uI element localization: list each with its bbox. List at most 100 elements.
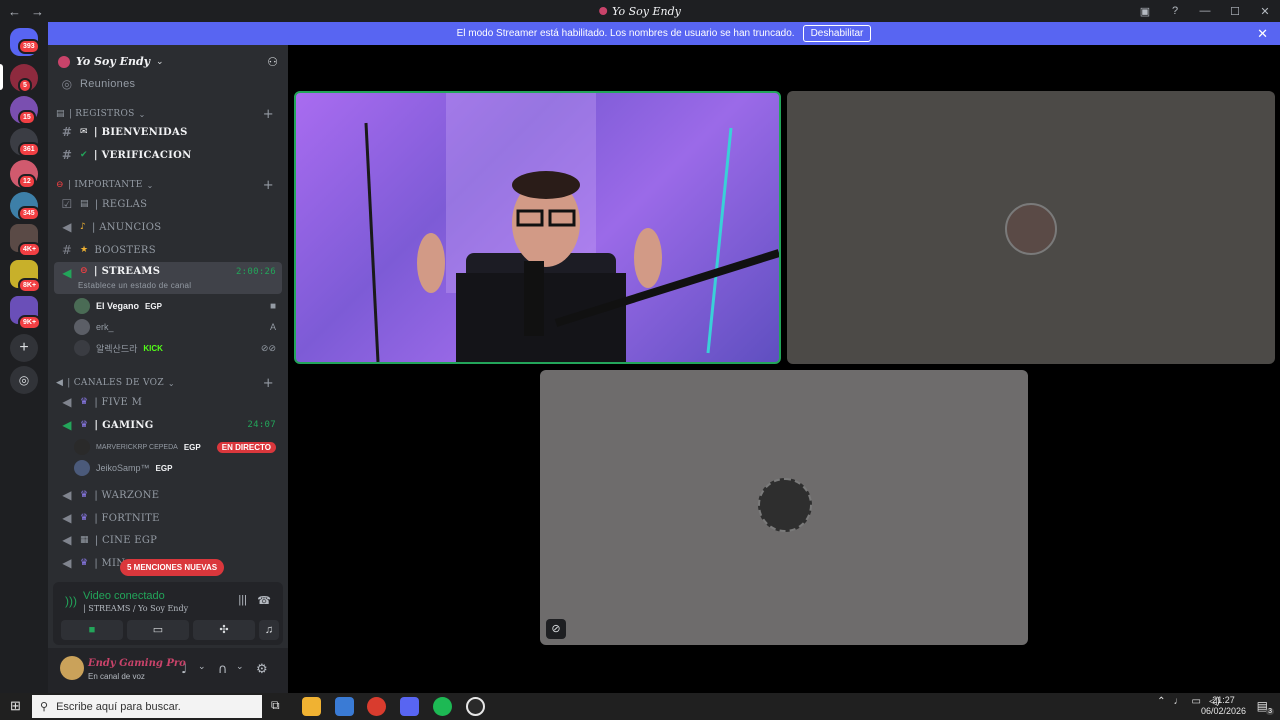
inbox-icon[interactable]: ▣	[1130, 5, 1160, 18]
camera-tile[interactable]	[294, 91, 781, 364]
voice-user[interactable]: erk_ A	[74, 317, 282, 337]
user-panel: Endy Gaming Pro En canal de voz ♩ ⌄ ∩ ⌄ …	[48, 648, 288, 693]
audio-options-icon[interactable]: ⌄	[236, 662, 244, 672]
voice-user[interactable]: JeikoSamp™ EGP	[74, 458, 282, 478]
voice-user[interactable]: MARVERICKRP CEPEDA EGP EN DIRECTO	[74, 437, 282, 457]
mic-options-icon[interactable]: ⌄	[198, 662, 206, 672]
channel-reglas[interactable]: ☑ ▤ | REGLAS	[54, 193, 282, 215]
user-tag: EGP	[183, 442, 201, 452]
live-badge[interactable]: EN DIRECTO	[216, 441, 276, 453]
camera-button[interactable]: ■	[61, 620, 123, 640]
discord-taskbar-icon[interactable]	[400, 697, 419, 716]
server-badge: 9K+	[18, 315, 42, 330]
channel-cine-egp[interactable]: ◀ ▦ | CINE EGP	[54, 529, 282, 551]
meetings-item[interactable]: ◎ Reuniones	[54, 73, 282, 95]
chevron-down-icon: ⌄	[167, 378, 175, 388]
participant-tile[interactable]: ⊘	[540, 370, 1028, 645]
category-registros[interactable]: ▤ | REGISTROS ⌄ +	[56, 106, 282, 122]
title-bar: ← → Yo Soy Endy ▣ ? — ☐ ✕	[0, 0, 1280, 22]
maximize-button[interactable]: ☐	[1220, 5, 1250, 18]
back-arrow-icon[interactable]: ←	[8, 4, 21, 19]
microphone-tray-icon[interactable]: ♩	[1174, 696, 1184, 707]
network-icon[interactable]: ▭	[1192, 696, 1201, 707]
participant-avatar	[1005, 203, 1057, 255]
new-mentions-pill[interactable]: 5 MENCIONES NUEVAS	[120, 559, 225, 576]
chrome-icon[interactable]	[367, 697, 386, 716]
chevron-up-icon[interactable]: ⌃	[1157, 696, 1165, 707]
channel-five-m[interactable]: ◀ ♛ | FIVE M	[54, 391, 282, 413]
window-title: Yo Soy Endy	[599, 5, 681, 18]
add-server-icon[interactable]: +	[10, 334, 38, 362]
avatar	[74, 319, 90, 335]
avatar	[74, 340, 90, 356]
selected-indicator	[0, 64, 3, 90]
clock[interactable]: 21:27 06/02/2026	[1201, 695, 1246, 717]
channel-anuncios[interactable]: ◀ ♪ | ANUNCIOS	[54, 216, 282, 238]
server-badge: 15	[18, 110, 36, 125]
channel-fortnite[interactable]: ◀ ♛ | FORTNITE	[54, 507, 282, 529]
taskbar-search[interactable]: ⚲ Escribe aquí para buscar.	[32, 695, 262, 718]
speaker-icon: ◀	[62, 395, 72, 409]
category-importante[interactable]: ⊖ | IMPORTANTE ⌄ +	[56, 177, 282, 193]
camera-off-icon[interactable]: ⊘	[546, 619, 566, 639]
add-channel-icon[interactable]: +	[263, 107, 274, 122]
channel-gaming[interactable]: ◀ ♛ | GAMING 24:07	[54, 414, 282, 436]
help-icon[interactable]: ?	[1160, 5, 1190, 17]
voice-status-title[interactable]: Video conectado	[83, 590, 165, 602]
speaker-icon: ◀	[62, 511, 72, 525]
forward-arrow-icon[interactable]: →	[31, 4, 44, 19]
envelope-icon: ✉	[80, 127, 88, 137]
discover-icon[interactable]: ◎	[10, 366, 38, 394]
voice-connected-icon: ◀	[62, 266, 72, 280]
app-icon: A	[269, 322, 276, 332]
disable-streamer-button[interactable]: Deshabilitar	[802, 25, 872, 42]
task-view-icon[interactable]: ⧉	[271, 698, 280, 713]
close-window-button[interactable]: ✕	[1250, 5, 1280, 18]
server-badge: 5	[18, 78, 32, 93]
settings-gear-icon[interactable]: ⚙	[256, 662, 268, 677]
guild-icon	[58, 55, 70, 68]
minimize-button[interactable]: —	[1190, 5, 1220, 17]
soundboard-button[interactable]: ♫	[259, 620, 279, 640]
add-channel-icon[interactable]: +	[263, 376, 274, 391]
voice-status-channel[interactable]: | STREAMS / Yo Soy Endy	[83, 604, 188, 613]
chevron-down-icon: ⌄	[146, 180, 154, 190]
voice-user[interactable]: 알렉산드라 KICK ⊘⊘	[74, 338, 282, 358]
participant-tile[interactable]	[787, 91, 1275, 364]
noise-suppression-icon[interactable]: |||	[238, 594, 247, 606]
username[interactable]: Endy Gaming Pro	[88, 658, 186, 669]
chevron-down-icon: ⌄	[156, 56, 164, 66]
channel-status-hint[interactable]: Establece un estado de canal	[78, 281, 191, 290]
scroll-icon: ▤	[56, 109, 65, 119]
channel-verificacion[interactable]: # ✔ | VERIFICACION	[54, 144, 282, 166]
invite-icon[interactable]: ⚇	[267, 55, 278, 69]
server-badge: 345	[18, 206, 40, 221]
microphone-icon[interactable]: ♩	[181, 662, 187, 677]
bell-icon: ♪	[80, 222, 87, 232]
connection-signal-icon[interactable]: )))	[65, 594, 77, 608]
store-icon[interactable]	[335, 697, 354, 716]
app-icon[interactable]	[466, 697, 485, 716]
channel-boosters[interactable]: # ★ BOOSTERS	[54, 239, 282, 261]
checkmark-icon: ✔	[80, 150, 88, 160]
windows-start-icon[interactable]: ⊞	[10, 698, 21, 714]
activities-button[interactable]: ✣	[193, 620, 255, 640]
channel-bienvenidas[interactable]: # ✉ | BIENVENIDAS	[54, 121, 282, 143]
dm-badge: 393	[18, 39, 40, 54]
add-channel-icon[interactable]: +	[263, 178, 274, 193]
no-entry-icon: ⊖	[80, 266, 88, 276]
channel-warzone[interactable]: ◀ ♛ | WARZONE	[54, 484, 282, 506]
speaker-icon: ◀	[56, 378, 64, 388]
screen-share-button[interactable]: ▭	[127, 620, 189, 640]
voice-user[interactable]: El Vegano EGP ■	[74, 296, 282, 316]
headphones-icon[interactable]: ∩	[218, 662, 228, 677]
disconnect-icon[interactable]: ☎	[257, 594, 271, 607]
file-explorer-icon[interactable]	[302, 697, 321, 716]
channel-streams[interactable]: ◀ ⊖ | STREAMS 2:00:26 Establece un estad…	[54, 262, 282, 294]
close-banner-icon[interactable]: ✕	[1257, 26, 1268, 42]
user-avatar[interactable]	[60, 656, 84, 680]
shield-icon: ♛	[80, 490, 89, 500]
film-icon: ▦	[80, 535, 89, 545]
category-canales-de-voz[interactable]: ◀ | CANALES DE VOZ ⌄ +	[56, 375, 282, 391]
spotify-icon[interactable]	[433, 697, 452, 716]
